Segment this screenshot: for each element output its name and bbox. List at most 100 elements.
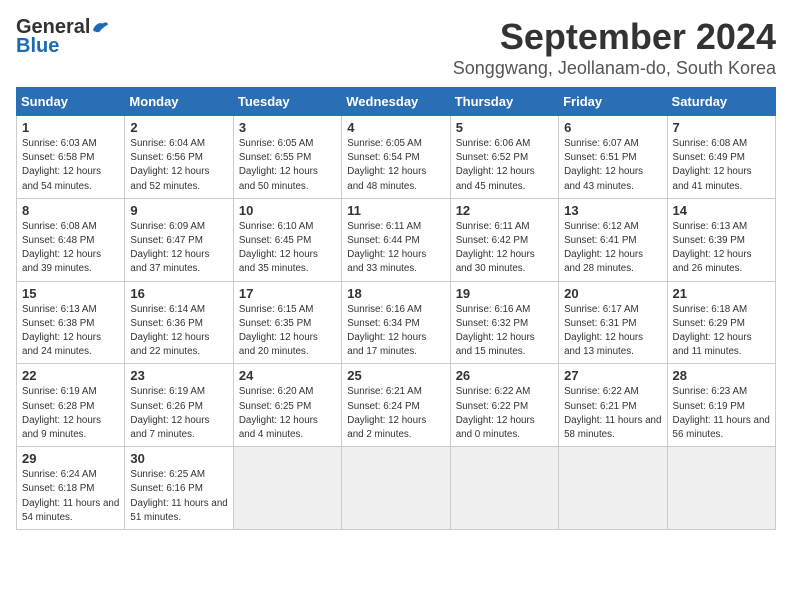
cell-info: Sunrise: 6:20 AM Sunset: 6:25 PM Dayligh…: [239, 385, 336, 442]
calendar-cell-day-28: 28 Sunrise: 6:23 AM Sunset: 6:19 PM Dayli…: [667, 364, 775, 447]
calendar-cell-day-15: 15Sunrise: 6:13 AM Sunset: 6:38 PM Dayli…: [17, 281, 125, 364]
cell-info: Sunrise: 6:08 AM Sunset: 6:49 PM Dayligh…: [673, 137, 770, 194]
day-number: 20: [564, 286, 661, 301]
cell-info: Sunrise: 6:15 AM Sunset: 6:35 PM Dayligh…: [239, 303, 336, 360]
day-number: 21: [673, 286, 770, 301]
day-number: 10: [239, 203, 336, 218]
day-number: 8: [22, 203, 119, 218]
day-number: 14: [673, 203, 770, 218]
day-number: 28: [673, 368, 770, 383]
cell-info: Sunrise: 6:18 AM Sunset: 6:29 PM Dayligh…: [673, 303, 770, 360]
cell-info: Sunrise: 6:08 AM Sunset: 6:48 PM Dayligh…: [22, 220, 119, 277]
day-number: 27: [564, 368, 661, 383]
day-number: 24: [239, 368, 336, 383]
day-number: 26: [456, 368, 553, 383]
day-number: 22: [22, 368, 119, 383]
calendar-header-monday: Monday: [125, 88, 233, 116]
day-number: 25: [347, 368, 444, 383]
cell-info: Sunrise: 6:25 AM Sunset: 6:16 PM Dayligh…: [130, 468, 227, 525]
calendar-header-saturday: Saturday: [667, 88, 775, 116]
calendar-cell-day-11: 11Sunrise: 6:11 AM Sunset: 6:44 PM Dayli…: [342, 198, 450, 281]
title-block: September 2024 Songgwang, Jeollanam-do, …: [453, 16, 776, 79]
day-number: 1: [22, 120, 119, 135]
calendar-cell-day-24: 24 Sunrise: 6:20 AM Sunset: 6:25 PM Dayli…: [233, 364, 341, 447]
calendar-header-wednesday: Wednesday: [342, 88, 450, 116]
logo-bird-icon: [92, 19, 110, 37]
day-number: 16: [130, 286, 227, 301]
cell-info: Sunrise: 6:05 AM Sunset: 6:55 PM Dayligh…: [239, 137, 336, 194]
calendar-header-friday: Friday: [559, 88, 667, 116]
calendar-cell-empty: [450, 447, 558, 530]
cell-info: Sunrise: 6:12 AM Sunset: 6:41 PM Dayligh…: [564, 220, 661, 277]
calendar-cell-day-10: 10 Sunrise: 6:10 AM Sunset: 6:45 PM Dayli…: [233, 198, 341, 281]
calendar-week-row-3: 15Sunrise: 6:13 AM Sunset: 6:38 PM Dayli…: [17, 281, 776, 364]
day-number: 6: [564, 120, 661, 135]
cell-info: Sunrise: 6:19 AM Sunset: 6:26 PM Dayligh…: [130, 385, 227, 442]
calendar-cell-day-21: 21 Sunrise: 6:18 AM Sunset: 6:29 PM Dayli…: [667, 281, 775, 364]
day-number: 12: [456, 203, 553, 218]
calendar-cell-day-18: 18Sunrise: 6:16 AM Sunset: 6:34 PM Dayli…: [342, 281, 450, 364]
calendar-cell-day-26: 26 Sunrise: 6:22 AM Sunset: 6:22 PM Dayli…: [450, 364, 558, 447]
calendar-week-row-5: 29Sunrise: 6:24 AM Sunset: 6:18 PM Dayli…: [17, 447, 776, 530]
cell-info: Sunrise: 6:11 AM Sunset: 6:44 PM Dayligh…: [347, 220, 444, 277]
calendar-week-row-1: 1 Sunrise: 6:03 AM Sunset: 6:58 PM Daylig…: [17, 116, 776, 199]
calendar-cell-day-29: 29Sunrise: 6:24 AM Sunset: 6:18 PM Dayli…: [17, 447, 125, 530]
day-number: 4: [347, 120, 444, 135]
calendar-cell-day-25: 25Sunrise: 6:21 AM Sunset: 6:24 PM Dayli…: [342, 364, 450, 447]
calendar-cell-day-30: 30Sunrise: 6:25 AM Sunset: 6:16 PM Dayli…: [125, 447, 233, 530]
logo-blue-text: Blue: [16, 35, 59, 58]
logo: General Blue: [16, 16, 110, 58]
day-number: 15: [22, 286, 119, 301]
calendar-header-thursday: Thursday: [450, 88, 558, 116]
cell-info: Sunrise: 6:17 AM Sunset: 6:31 PM Dayligh…: [564, 303, 661, 360]
calendar-header-sunday: Sunday: [17, 88, 125, 116]
day-number: 18: [347, 286, 444, 301]
cell-info: Sunrise: 6:16 AM Sunset: 6:32 PM Dayligh…: [456, 303, 553, 360]
day-number: 17: [239, 286, 336, 301]
calendar-cell-day-20: 20 Sunrise: 6:17 AM Sunset: 6:31 PM Dayli…: [559, 281, 667, 364]
cell-info: Sunrise: 6:05 AM Sunset: 6:54 PM Dayligh…: [347, 137, 444, 194]
cell-info: Sunrise: 6:14 AM Sunset: 6:36 PM Dayligh…: [130, 303, 227, 360]
day-number: 13: [564, 203, 661, 218]
cell-info: Sunrise: 6:10 AM Sunset: 6:45 PM Dayligh…: [239, 220, 336, 277]
cell-info: Sunrise: 6:13 AM Sunset: 6:39 PM Dayligh…: [673, 220, 770, 277]
calendar-cell-empty: [233, 447, 341, 530]
day-number: 29: [22, 451, 119, 466]
cell-info: Sunrise: 6:03 AM Sunset: 6:58 PM Dayligh…: [22, 137, 119, 194]
calendar-cell-day-23: 23 Sunrise: 6:19 AM Sunset: 6:26 PM Dayli…: [125, 364, 233, 447]
day-number: 2: [130, 120, 227, 135]
calendar-cell-day-9: 9Sunrise: 6:09 AM Sunset: 6:47 PM Daylig…: [125, 198, 233, 281]
cell-info: Sunrise: 6:04 AM Sunset: 6:56 PM Dayligh…: [130, 137, 227, 194]
location-title: Songgwang, Jeollanam-do, South Korea: [453, 58, 776, 79]
calendar-cell-day-4: 4 Sunrise: 6:05 AM Sunset: 6:54 PM Daylig…: [342, 116, 450, 199]
calendar-cell-day-14: 14 Sunrise: 6:13 AM Sunset: 6:39 PM Dayli…: [667, 198, 775, 281]
calendar-cell-day-8: 8 Sunrise: 6:08 AM Sunset: 6:48 PM Daylig…: [17, 198, 125, 281]
page-header: General Blue September 2024 Songgwang, J…: [16, 16, 776, 79]
cell-info: Sunrise: 6:11 AM Sunset: 6:42 PM Dayligh…: [456, 220, 553, 277]
calendar-cell-empty: [667, 447, 775, 530]
calendar-header-row: SundayMondayTuesdayWednesdayThursdayFrid…: [17, 88, 776, 116]
day-number: 7: [673, 120, 770, 135]
day-number: 23: [130, 368, 227, 383]
calendar-week-row-2: 8 Sunrise: 6:08 AM Sunset: 6:48 PM Daylig…: [17, 198, 776, 281]
calendar-cell-day-2: 2 Sunrise: 6:04 AM Sunset: 6:56 PM Daylig…: [125, 116, 233, 199]
calendar-cell-empty: [342, 447, 450, 530]
calendar-cell-day-19: 19 Sunrise: 6:16 AM Sunset: 6:32 PM Dayli…: [450, 281, 558, 364]
cell-info: Sunrise: 6:23 AM Sunset: 6:19 PM Dayligh…: [673, 385, 770, 442]
calendar-cell-day-16: 16 Sunrise: 6:14 AM Sunset: 6:36 PM Dayli…: [125, 281, 233, 364]
calendar-cell-day-6: 6 Sunrise: 6:07 AM Sunset: 6:51 PM Daylig…: [559, 116, 667, 199]
calendar-cell-day-3: 3 Sunrise: 6:05 AM Sunset: 6:55 PM Daylig…: [233, 116, 341, 199]
month-title: September 2024: [453, 16, 776, 58]
calendar-cell-day-13: 13 Sunrise: 6:12 AM Sunset: 6:41 PM Dayli…: [559, 198, 667, 281]
calendar-cell-day-12: 12 Sunrise: 6:11 AM Sunset: 6:42 PM Dayli…: [450, 198, 558, 281]
day-number: 3: [239, 120, 336, 135]
day-number: 19: [456, 286, 553, 301]
cell-info: Sunrise: 6:19 AM Sunset: 6:28 PM Dayligh…: [22, 385, 119, 442]
cell-info: Sunrise: 6:07 AM Sunset: 6:51 PM Dayligh…: [564, 137, 661, 194]
cell-info: Sunrise: 6:22 AM Sunset: 6:22 PM Dayligh…: [456, 385, 553, 442]
calendar-header-tuesday: Tuesday: [233, 88, 341, 116]
calendar-table: SundayMondayTuesdayWednesdayThursdayFrid…: [16, 87, 776, 530]
calendar-cell-empty: [559, 447, 667, 530]
day-number: 9: [130, 203, 227, 218]
cell-info: Sunrise: 6:22 AM Sunset: 6:21 PM Dayligh…: [564, 385, 661, 442]
